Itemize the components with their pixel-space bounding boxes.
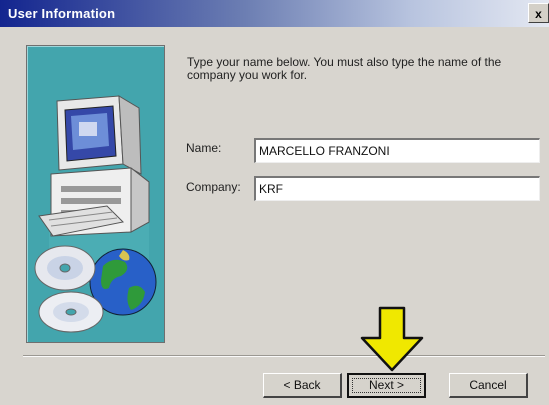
name-field[interactable] [254, 138, 540, 163]
computer-and-cds-illustration [26, 45, 165, 343]
back-button[interactable]: < Back [263, 373, 342, 398]
setup-dialog: User Information x Type your name below.… [0, 0, 549, 405]
window-title: User Information [8, 6, 116, 21]
down-arrow-icon [360, 306, 424, 372]
title-bar[interactable]: User Information x [0, 0, 549, 27]
next-button[interactable]: Next > [347, 373, 426, 398]
focus-rect [352, 378, 421, 393]
name-label: Name: [186, 141, 222, 155]
separator [23, 355, 545, 357]
close-icon[interactable]: x [528, 3, 549, 23]
cancel-button[interactable]: Cancel [449, 373, 528, 398]
instructions-text: Type your name below. You must also type… [187, 55, 502, 82]
company-label: Company: [186, 180, 241, 194]
company-field[interactable] [254, 176, 540, 201]
